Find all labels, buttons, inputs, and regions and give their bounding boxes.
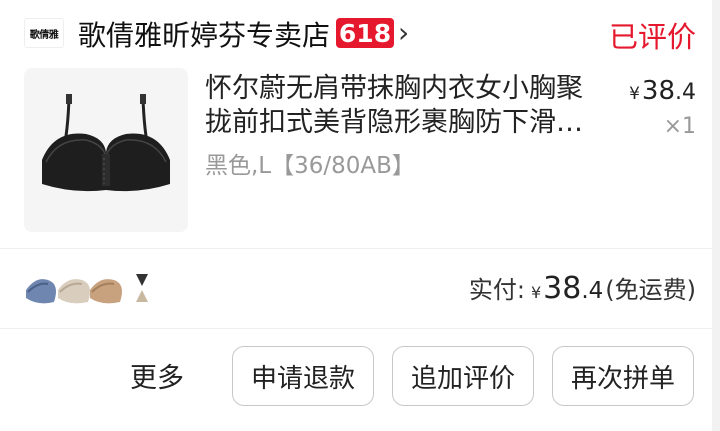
product-title-line-2: 拢前扣式美背隐形裹胸防下滑… [205,107,583,138]
chevron-right-icon[interactable]: › [398,16,409,49]
unit-price-integer: 38 [641,76,675,106]
bra-image-icon [42,94,170,192]
price-block: ¥38.4 ×1 [629,76,696,139]
scrollbar-track [712,0,720,431]
shop-logo[interactable]: 歌倩雅 [24,18,64,48]
total-amount-integer: 38 [543,271,582,306]
unit-price: ¥38.4 [629,76,696,106]
product-item[interactable]: 怀尔蔚无肩带抹胸内衣女小胸聚 拢前扣式美背隐形裹胸防下滑… 黑色,L【36/80… [0,66,720,246]
shipping-note: (免运费) [605,276,696,304]
more-button[interactable]: 更多 [130,356,184,395]
total-currency: ¥ [530,283,542,302]
unit-price-currency: ¥ [629,84,640,104]
order-actions: 更多 申请退款 追加评价 再次拼单 [0,346,720,410]
order-card-header: 歌倩雅 歌倩雅昕婷芬专卖店 618 › 已评价 [0,0,720,64]
product-variant: 黑色,L【36/80AB】 [205,153,415,179]
order-total: 实付: ¥ 38 .4 (免运费) [469,270,696,306]
add-review-button[interactable]: 追加评价 [392,346,534,406]
rebuy-group-button[interactable]: 再次拼单 [552,346,694,406]
review-status-label: 已评价 [608,20,696,54]
color-swatches [24,268,174,308]
quantity: ×1 [663,114,696,139]
product-title[interactable]: 怀尔蔚无肩带抹胸内衣女小胸聚 拢前扣式美背隐形裹胸防下滑… [205,72,605,140]
request-refund-button[interactable]: 申请退款 [232,346,374,406]
total-amount-decimal: .4 [581,278,604,304]
promo-badge-618: 618 [336,18,394,48]
product-title-line-1: 怀尔蔚无肩带抹胸内衣女小胸聚 [205,73,583,104]
total-label: 实付: [468,276,525,304]
divider [0,248,720,249]
product-image[interactable] [24,68,188,232]
unit-price-decimal: .4 [675,80,696,105]
shop-name[interactable]: 歌倩雅昕婷芬专卖店 [78,14,330,54]
color-swatch-thumbnails-icon [26,274,148,304]
divider [0,328,720,329]
